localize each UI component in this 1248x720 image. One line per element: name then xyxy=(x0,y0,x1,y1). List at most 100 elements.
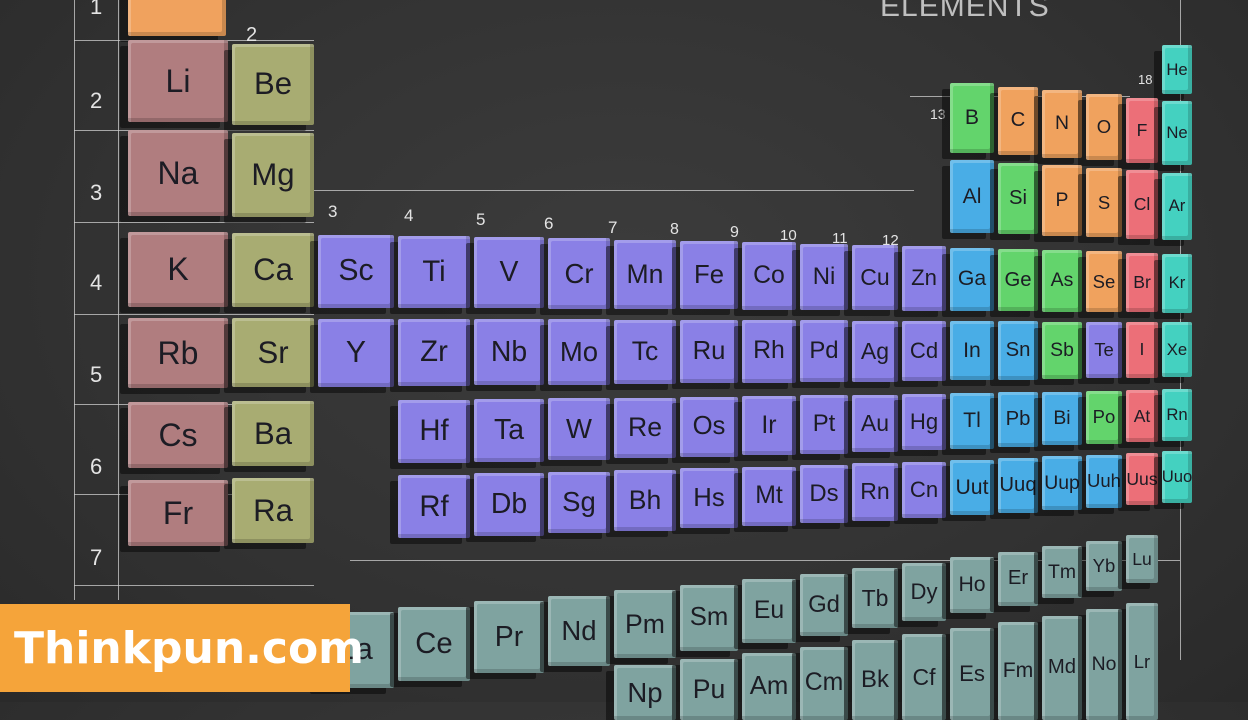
element-tile-mn: Mn xyxy=(614,239,676,309)
element-tile-uup: Uup xyxy=(1042,456,1082,511)
element-tile-np: Np xyxy=(614,665,676,720)
element-tile-dy: Dy xyxy=(902,562,946,621)
grid-line xyxy=(74,0,75,600)
grid-line xyxy=(74,314,314,315)
element-tile-li: Li xyxy=(128,40,228,122)
element-tile-co: Co xyxy=(742,242,796,310)
element-tile-tm: Tm xyxy=(1042,546,1082,598)
element-tile-fe: Fe xyxy=(680,241,738,310)
element-tile-ca: Ca xyxy=(232,233,314,308)
group-label-5: 5 xyxy=(476,210,486,229)
watermark-text: Thinkpun.com xyxy=(14,622,365,674)
element-tile-sm: Sm xyxy=(680,584,738,651)
element-tile-po: Po xyxy=(1086,390,1122,444)
element-tile-hs: Hs xyxy=(680,468,738,529)
element-tile-fr: Fr xyxy=(128,480,228,546)
element-tile-bk: Bk xyxy=(852,640,898,720)
element-tile-bh: Bh xyxy=(614,469,676,531)
element-tile-cf: Cf xyxy=(902,634,946,720)
group-label-18: 18 xyxy=(1138,72,1153,87)
element-tile-uuh: Uuh xyxy=(1086,454,1122,508)
element-tile-cs: Cs xyxy=(128,402,228,468)
element-tile-gd: Gd xyxy=(800,573,848,636)
element-tile-ir: Ir xyxy=(742,396,796,456)
element-tile-pm: Pm xyxy=(614,590,676,658)
element-tile-db: Db xyxy=(474,473,544,536)
table-title-fragment: ELEMENTS xyxy=(880,0,1050,23)
element-tile-hf: Hf xyxy=(398,399,470,464)
element-tile-ar: Ar xyxy=(1162,172,1192,241)
element-tile-si: Si xyxy=(998,162,1038,235)
element-tile-i: I xyxy=(1126,322,1158,378)
element-tile-v: V xyxy=(474,237,544,309)
period-label-6: 6 xyxy=(90,454,103,479)
element-tile-pt: Pt xyxy=(800,395,848,454)
element-tile-ne: Ne xyxy=(1162,101,1192,166)
element-tile-cn: Cn xyxy=(902,461,946,518)
element-tile-mg: Mg xyxy=(232,132,314,218)
element-tile-rf: Rf xyxy=(398,474,470,539)
element-tile-br: Br xyxy=(1126,252,1158,313)
element-tile-at: At xyxy=(1126,390,1158,443)
element-tile-sc: Sc xyxy=(318,234,394,308)
element-tile-pu: Pu xyxy=(680,659,738,720)
period-label-7: 7 xyxy=(90,545,103,570)
element-tile-nd: Nd xyxy=(548,595,610,666)
element-tile-sr: Sr xyxy=(232,318,314,388)
group-label-7: 7 xyxy=(608,218,618,237)
element-tile-ba: Ba xyxy=(232,401,314,467)
element-tile-kr: Kr xyxy=(1162,254,1192,313)
element-tile-n: N xyxy=(1042,90,1082,158)
element-tile-no: No xyxy=(1086,609,1122,720)
element-tile-sg: Sg xyxy=(548,471,610,534)
element-tile-er: Er xyxy=(998,551,1038,606)
element-tile-p: P xyxy=(1042,165,1082,236)
grid-line xyxy=(314,190,914,191)
element-tile-uuq: Uuq xyxy=(998,458,1038,513)
period-label-3: 3 xyxy=(90,180,103,205)
element-tile-mo: Mo xyxy=(548,319,610,385)
element-tile-zn: Zn xyxy=(902,246,946,311)
element-tile-ds: Ds xyxy=(800,464,848,524)
element-tile-am: Am xyxy=(742,652,796,720)
element-tile-te: Te xyxy=(1086,321,1122,379)
element-tile-w: W xyxy=(548,398,610,460)
watermark-badge: Thinkpun.com xyxy=(0,604,364,692)
element-tile-ta: Ta xyxy=(474,399,544,462)
element-tile-lr: Lr xyxy=(1126,603,1158,720)
element-tile-ce: Ce xyxy=(398,606,470,681)
element-tile-mt: Mt xyxy=(742,466,796,526)
element-tile-xe: Xe xyxy=(1162,322,1192,377)
element-tile-as: As xyxy=(1042,250,1082,312)
element-tile-uus: Uus xyxy=(1126,453,1158,506)
element-tile-fm: Fm xyxy=(998,621,1038,720)
element-tile-na: Na xyxy=(128,130,228,216)
element-tile-in: In xyxy=(950,321,994,381)
element-tile-b: B xyxy=(950,83,994,153)
element-tile-ga: Ga xyxy=(950,247,994,311)
element-tile-ti: Ti xyxy=(398,235,470,308)
period-label-2: 2 xyxy=(90,88,103,113)
element-tile-ho: Ho xyxy=(950,557,994,613)
element-tile-rb: Rb xyxy=(128,318,228,388)
period-label-1: 1 xyxy=(90,0,103,19)
element-tile-cd: Cd xyxy=(902,320,946,381)
element-tile-he: He xyxy=(1162,45,1192,94)
grid-line xyxy=(74,585,314,586)
element-tile-cr: Cr xyxy=(548,238,610,309)
element-tile-hg: Hg xyxy=(902,393,946,451)
element-tile-rn: Rn xyxy=(1162,389,1192,441)
element-tile-rn: Rn xyxy=(852,463,898,521)
element-tile-re: Re xyxy=(614,397,676,459)
element-tile-c: C xyxy=(998,86,1038,156)
element-tile-ru: Ru xyxy=(680,319,738,384)
element-tile-ge: Ge xyxy=(998,248,1038,312)
element-tile-s: S xyxy=(1086,167,1122,238)
element-tile-al: Al xyxy=(950,160,994,233)
period-label-4: 4 xyxy=(90,270,103,295)
element-tile-tb: Tb xyxy=(852,568,898,628)
group-label-4: 4 xyxy=(404,206,414,225)
element-tile-cm: Cm xyxy=(800,646,848,720)
element-tile-tl: Tl xyxy=(950,393,994,449)
element-tile-cl: Cl xyxy=(1126,170,1158,239)
